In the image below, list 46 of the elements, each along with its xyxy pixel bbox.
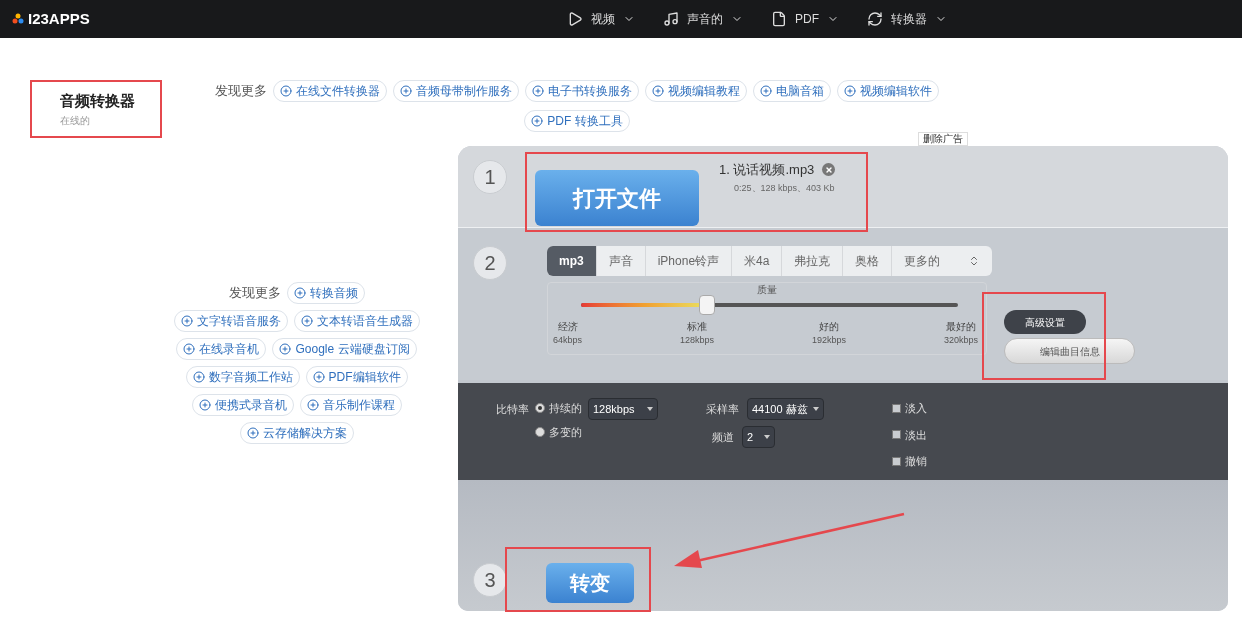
nav-menu[interactable]: 声音的 [663,10,743,28]
quality-stop-label: 好的 [819,320,839,334]
bitrate-mode-radio[interactable]: 持续的 [535,400,582,417]
open-file-button[interactable]: 打开文件 [535,170,699,226]
effect-checkbox[interactable]: 撤销 [892,453,927,470]
effect-checkbox[interactable]: 淡出 [892,426,927,443]
convert-button[interactable]: 转变 [546,563,634,603]
file-info: 0:25、128 kbps、403 Kb [734,181,836,195]
dropdown[interactable]: 2 [742,426,775,448]
format-tab[interactable]: 米4a [732,246,783,276]
quality-stop-label: 经济 [557,320,578,334]
step-number: 3 [473,563,507,597]
sample-rate-label: 采样率 [706,401,739,417]
bitrate-label: 比特率 [496,402,529,417]
nav-menu[interactable]: 转换器 [867,10,947,28]
effect-checkbox[interactable]: 淡入 [892,400,927,417]
page-subtitle: 在线的 [60,113,91,128]
quality-stop-rate: 320kbps [943,334,978,347]
dropdown[interactable]: 44100 赫兹 [747,398,824,420]
page-title: 音频转换器 [60,91,136,112]
channels-label: 频道 [712,429,734,445]
step-number: 2 [473,246,507,280]
file-name: 1. 说话视频.mp3 [719,161,815,179]
discover-label: 发现更多 [215,82,267,100]
remove-ads-link[interactable]: 删除广告 [918,132,968,146]
logo[interactable]: I23APPS [28,7,90,31]
step-number: 1 [473,160,507,194]
nav-menu[interactable]: 视频 [567,10,635,28]
format-tab[interactable]: 声音 [596,246,646,276]
quality-stop-rate: 64kbps [553,334,583,347]
nav-menu[interactable]: PDF [771,10,839,28]
format-tab[interactable]: iPhone铃声 [645,246,733,276]
format-tab[interactable]: mp3 [547,246,597,276]
format-tab[interactable]: 更多的 [892,246,992,276]
advanced-settings-button[interactable]: 高级设置 [1004,310,1086,334]
quality-stop-rate: 192kbps [811,334,846,347]
quality-stop-label: 最好的 [945,320,976,334]
edit-track-info-button[interactable]: 编辑曲目信息 [1004,338,1135,364]
format-tab[interactable]: 奥格 [843,246,893,276]
quality-stop-rate: 128kbps [680,334,714,347]
dropdown[interactable]: 128kbps [588,398,658,420]
bitrate-mode-radio[interactable]: 多变的 [535,423,582,440]
quality-stop-label: 标准 [687,320,707,334]
discover-label: 发现更多 [228,284,281,302]
quality-label: 质量 [757,283,777,297]
format-tab[interactable]: 弗拉克 [782,246,844,276]
